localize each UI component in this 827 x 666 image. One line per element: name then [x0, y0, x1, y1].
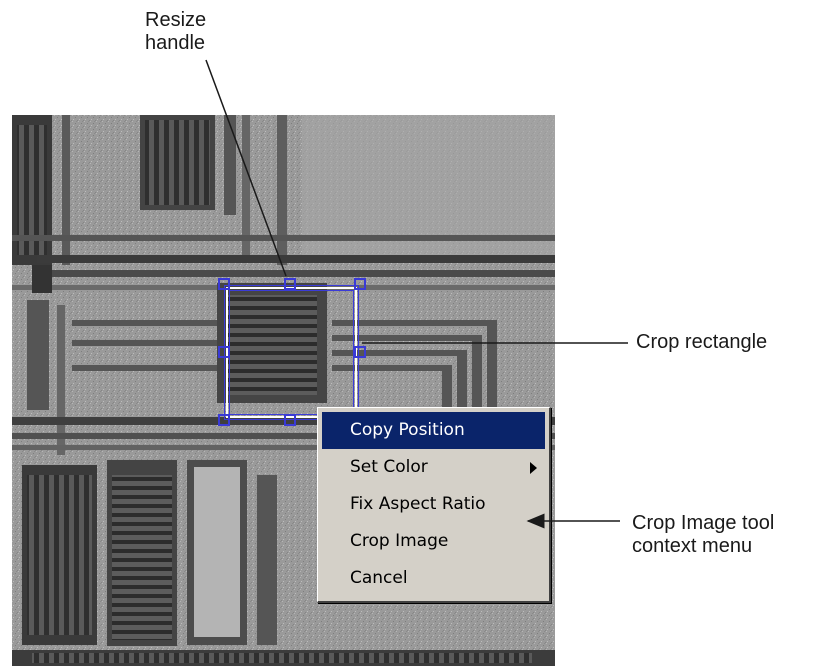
resize-handle-leader — [205, 59, 287, 277]
callout-leader-lines — [205, 59, 628, 529]
